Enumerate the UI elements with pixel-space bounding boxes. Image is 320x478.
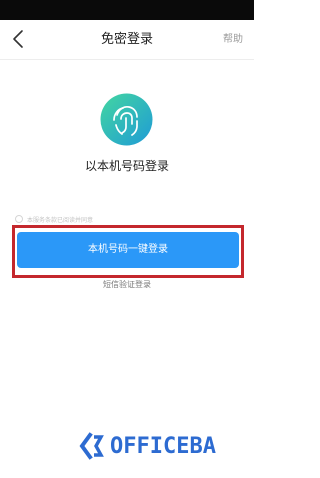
officeba-logo-icon [79,432,104,460]
agreement-checkbox[interactable] [15,215,23,223]
agreement-row: 本服务条款已阅读并同意 [15,213,93,225]
nav-bar: 免密登录 帮助 [0,20,254,60]
fingerprint-icon [100,93,153,146]
watermark: OFFICEBA [76,428,216,464]
help-link[interactable]: 帮助 [223,20,243,60]
status-bar [0,0,254,20]
page-title: 免密登录 [100,32,153,47]
chevron-left-icon[interactable] [9,28,29,50]
sms-login-link[interactable]: 短信验证登录 [0,279,254,290]
agreement-text: 本服务条款已阅读并同意 [27,216,94,224]
one-key-login-button[interactable]: 本机号码一键登录 [17,232,239,268]
watermark-text: OFFICEBA [110,433,216,459]
headline: 以本机号码登录 [84,159,169,173]
